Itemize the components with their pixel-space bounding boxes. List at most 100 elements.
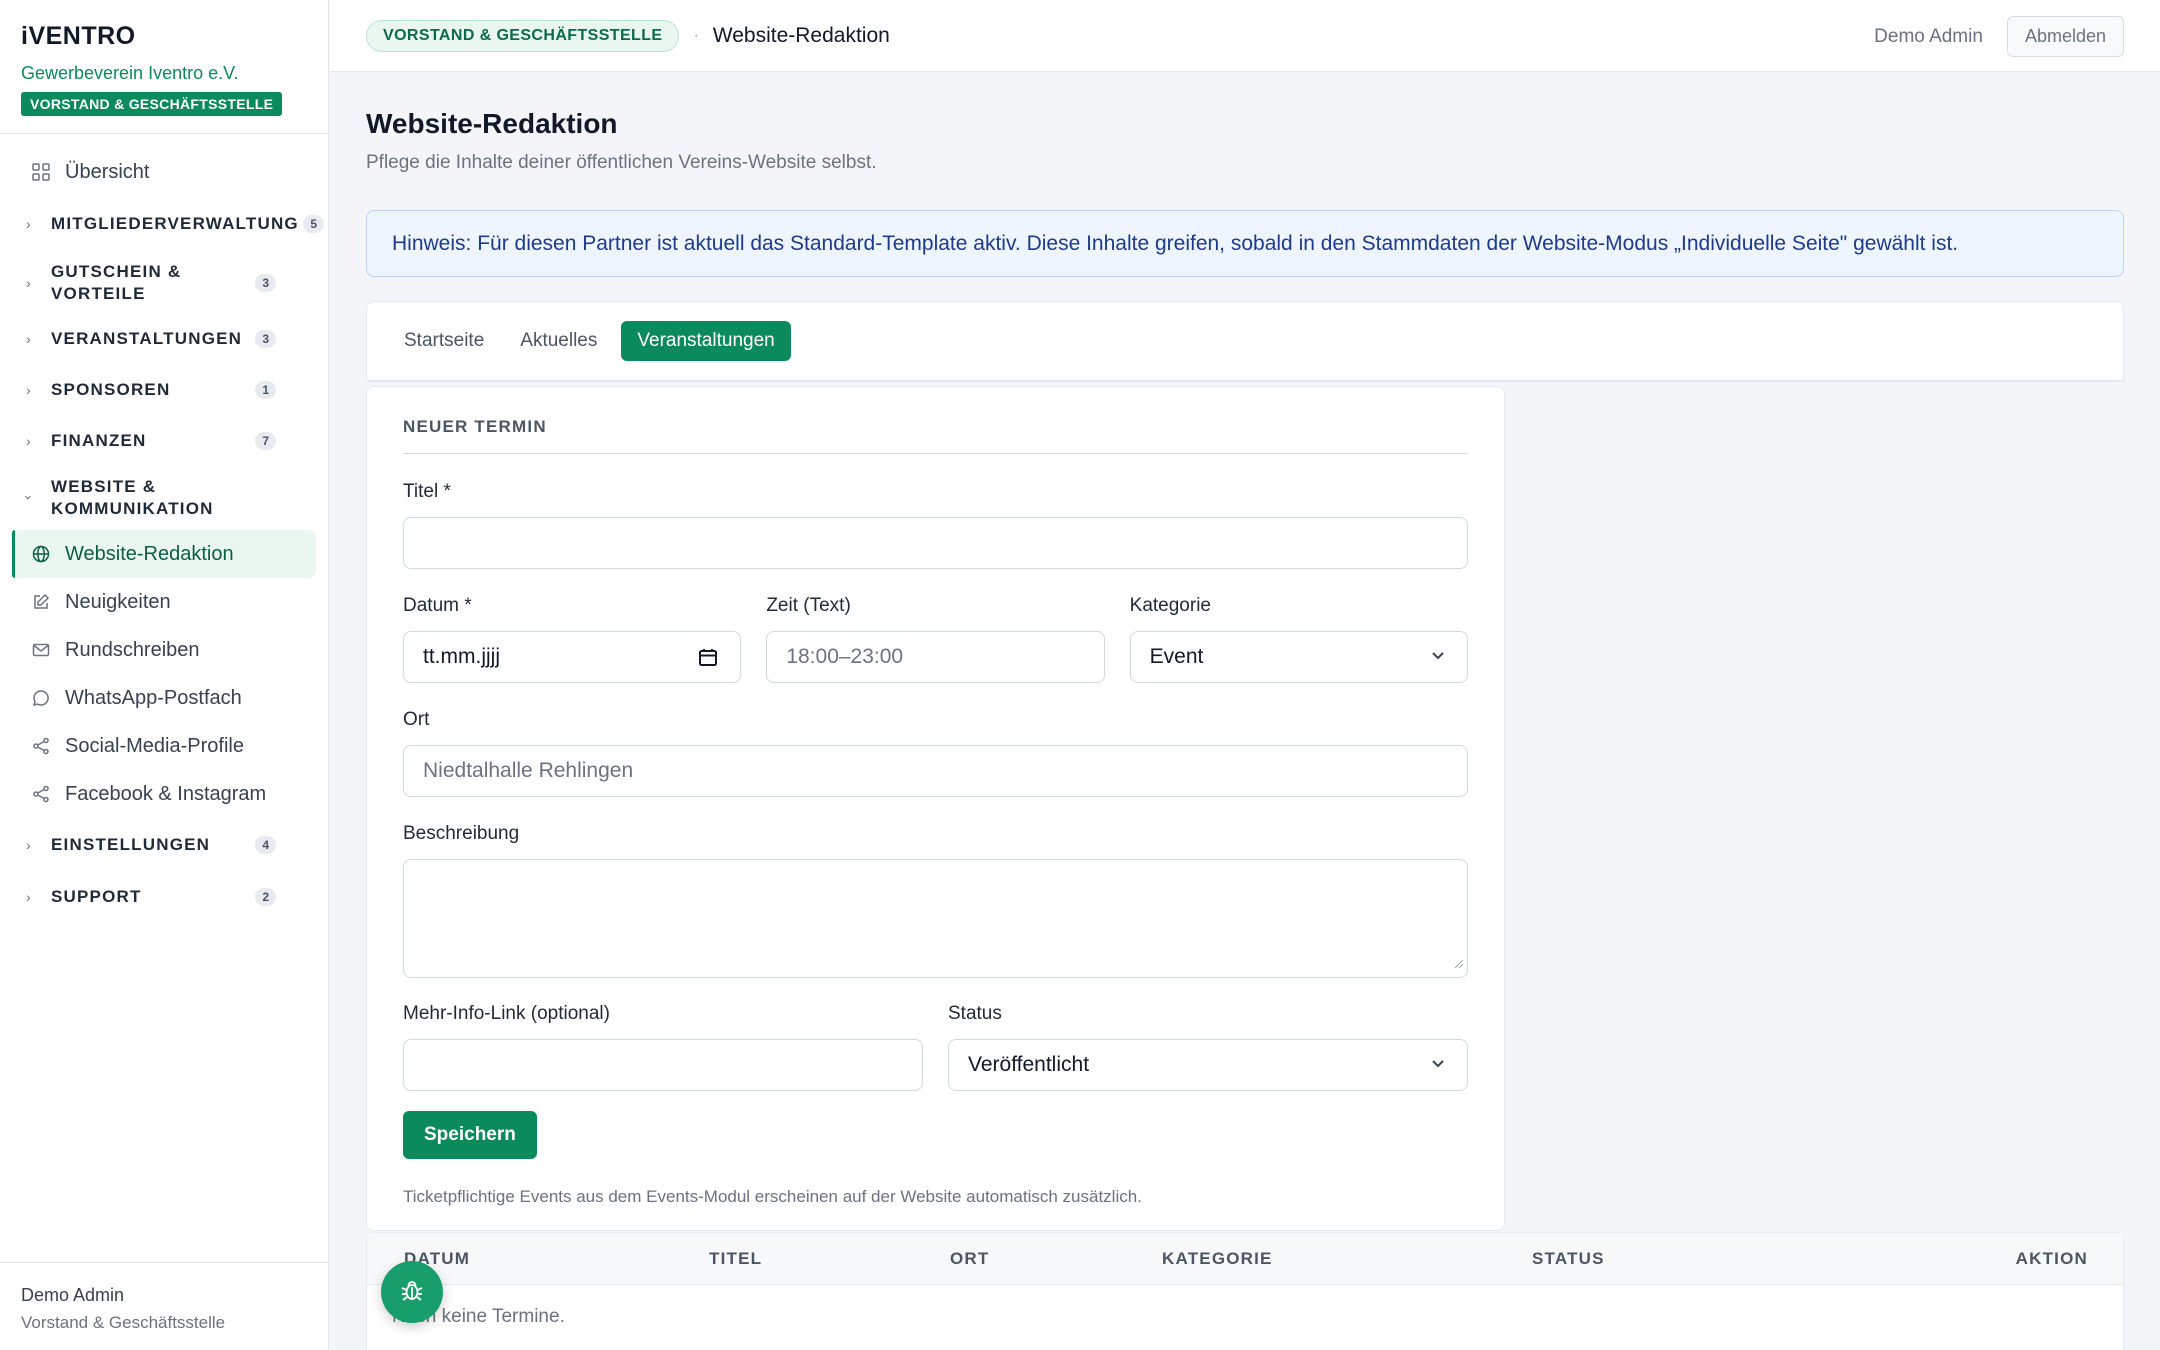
logo[interactable]: iVENTRO [21, 22, 307, 51]
current-user-name: Demo Admin [1874, 25, 1983, 47]
chevron-right-icon: › [26, 837, 32, 853]
group-label: WEBSITE & KOMMUNIKATION [51, 477, 214, 518]
sidebar-group-veranstaltungen[interactable]: › VERANSTALTUNGEN 3 [0, 314, 290, 364]
save-button[interactable]: Speichern [403, 1111, 537, 1159]
count-badge: 1 [255, 381, 276, 399]
resize-handle-icon[interactable] [1452, 956, 1464, 974]
sidebar: iVENTRO Gewerbeverein Iventro e.V. VORST… [0, 0, 329, 1350]
group-label: VERANSTALTUNGEN [51, 329, 243, 348]
user-name: Demo Admin [21, 1285, 125, 1305]
location-label: Ort [403, 709, 430, 730]
sidebar-item-facebook[interactable]: Facebook & Instagram [0, 770, 328, 818]
sidebar-group-einstellungen[interactable]: › EINSTELLUNGEN 4 [0, 818, 290, 872]
sidebar-item-label: WhatsApp-Postfach [65, 686, 242, 709]
sidebar-item-neuigkeiten[interactable]: Neuigkeiten [0, 578, 328, 626]
page-subtitle: Pflege die Inhalte deiner öffentlichen V… [366, 152, 877, 173]
logout-button[interactable]: Abmelden [2006, 16, 2124, 57]
sidebar-item-label: Social-Media-Profile [65, 734, 244, 757]
table-empty-state: Noch keine Termine. [392, 1306, 565, 1327]
chevron-right-icon: › [26, 433, 32, 449]
bug-report-button[interactable] [381, 1261, 443, 1323]
count-badge: 3 [255, 274, 276, 292]
title-label: Titel * [403, 481, 451, 502]
sidebar-item-label: Rundschreiben [65, 638, 200, 661]
description-textarea[interactable] [403, 859, 1468, 978]
status-select[interactable]: Veröffentlicht [948, 1039, 1468, 1091]
sidebar-group-website[interactable]: › WEBSITE & KOMMUNIKATION [0, 466, 328, 530]
title-input[interactable] [403, 517, 1468, 569]
breadcrumb-page: Website-Redaktion [712, 23, 890, 47]
tab-aktuelles[interactable]: Aktuelles [520, 322, 597, 360]
chevron-down-icon: › [20, 495, 37, 501]
sidebar-group-sponsoren[interactable]: › SPONSOREN 1 [0, 364, 290, 416]
new-event-form: NEUER TERMIN Titel * Datum * tt.mm.jjjj … [366, 386, 1505, 1231]
mail-icon [31, 640, 51, 660]
user-role: Vorstand & Geschäftsstelle [21, 1313, 226, 1332]
group-label: SPONSOREN [51, 380, 171, 399]
link-label: Mehr-Info-Link (optional) [403, 1003, 610, 1024]
chevron-right-icon: › [26, 275, 32, 291]
category-select[interactable]: Event [1129, 631, 1468, 683]
column-header-status[interactable]: STATUS [1532, 1249, 1605, 1269]
count-badge: 3 [255, 330, 276, 348]
tab-startseite[interactable]: Startseite [404, 322, 484, 360]
tab-veranstaltungen[interactable]: Veranstaltungen [621, 321, 791, 361]
chat-icon [31, 688, 51, 708]
breadcrumb-role-badge[interactable]: VORSTAND & GESCHÄFTSSTELLE [366, 19, 680, 52]
calendar-icon[interactable] [698, 647, 718, 673]
sidebar-item-label: Facebook & Instagram [65, 782, 267, 805]
time-input[interactable]: 18:00–23:00 [766, 631, 1105, 683]
sidebar-item-label: Übersicht [65, 160, 150, 183]
count-badge: 2 [255, 888, 276, 906]
main-content: Website-Redaktion Pflege die Inhalte dei… [366, 72, 2124, 1231]
link-field-group: Mehr-Info-Link (optional) [403, 1003, 923, 1091]
chevron-right-icon: › [26, 331, 32, 347]
bug-icon [399, 1277, 425, 1308]
sidebar-item-website-redaktion[interactable]: Website-Redaktion [12, 530, 316, 578]
link-status-row: Mehr-Info-Link (optional) Status Veröffe… [403, 1003, 1468, 1091]
date-input[interactable]: tt.mm.jjjj [403, 631, 742, 683]
sidebar-item-rundschreiben[interactable]: Rundschreiben [0, 626, 328, 674]
chevron-right-icon: › [26, 889, 32, 905]
category-select-value: Event [1149, 645, 1204, 668]
tab-bar: Startseite Aktuelles Veranstaltungen [366, 301, 2124, 382]
table-header-row: DATUM TITEL ORT KATEGORIE STATUS AKTION [367, 1233, 2123, 1285]
topbar: VORSTAND & GESCHÄFTSSTELLE · Website-Red… [330, 0, 2160, 72]
sidebar-group-support[interactable]: › SUPPORT 2 [0, 872, 290, 922]
date-input-value: tt.mm.jjjj [423, 645, 500, 668]
status-label: Status [948, 1003, 1002, 1024]
link-input[interactable] [403, 1039, 923, 1091]
sidebar-group-mitglieder[interactable]: › MITGLIEDERVERWALTUNG 5 [0, 196, 328, 252]
sidebar-nav: Übersicht › MITGLIEDERVERWALTUNG 5 › GUT… [0, 134, 328, 922]
sidebar-item-overview[interactable]: Übersicht [0, 148, 328, 196]
column-header-titel[interactable]: TITEL [709, 1249, 762, 1269]
location-input[interactable]: Niedtalhalle Rehlingen [403, 745, 1468, 797]
group-label: FINANZEN [51, 431, 147, 450]
role-badge: VORSTAND & GESCHÄFTSSTELLE [21, 92, 283, 116]
sidebar-item-label: Website-Redaktion [65, 542, 234, 565]
breadcrumb-separator: · [693, 26, 699, 44]
column-header-kategorie[interactable]: KATEGORIE [1162, 1249, 1273, 1269]
sidebar-item-whatsapp[interactable]: WhatsApp-Postfach [0, 674, 328, 722]
category-label: Kategorie [1129, 595, 1211, 616]
sidebar-group-finanzen[interactable]: › FINANZEN 7 [0, 416, 290, 466]
time-field-group: Zeit (Text) 18:00–23:00 [766, 595, 1105, 683]
org-name: Gewerbeverein Iventro e.V. [21, 63, 239, 83]
sidebar-user: Demo Admin Vorstand & Geschäftsstelle [0, 1262, 328, 1350]
date-label: Datum * [403, 595, 472, 616]
info-notice: Hinweis: Für diesen Partner ist aktuell … [366, 210, 2124, 277]
status-select-value: Veröffentlicht [968, 1053, 1090, 1076]
sidebar-item-label: Neuigkeiten [65, 590, 171, 613]
chevron-down-icon [1429, 1054, 1447, 1078]
sidebar-group-gutschein[interactable]: › GUTSCHEIN & VORTEILE 3 [0, 252, 290, 314]
date-field-group: Datum * tt.mm.jjjj [403, 595, 742, 683]
page-title: Website-Redaktion [366, 108, 618, 139]
count-badge: 4 [255, 836, 276, 854]
category-field-group: Kategorie Event [1129, 595, 1468, 683]
chevron-right-icon: › [26, 216, 32, 232]
chevron-right-icon: › [26, 382, 32, 398]
column-header-ort[interactable]: ORT [950, 1249, 989, 1269]
status-field-group: Status Veröffentlicht [948, 1003, 1468, 1091]
sidebar-item-social[interactable]: Social-Media-Profile [0, 722, 328, 770]
form-section-title: NEUER TERMIN [403, 417, 1468, 454]
